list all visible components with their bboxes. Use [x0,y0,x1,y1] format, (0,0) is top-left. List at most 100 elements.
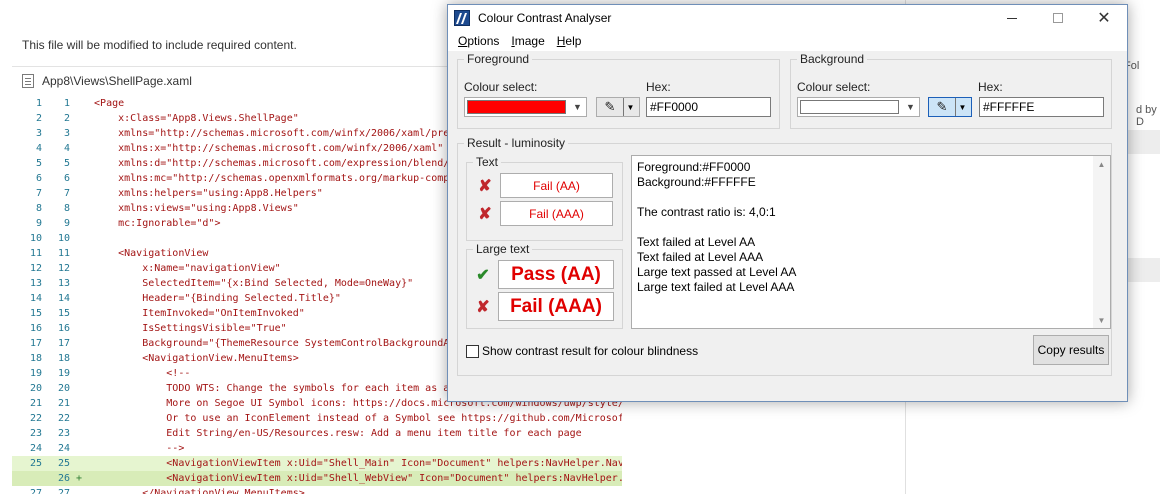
line-number: 10 [57,233,70,244]
minimize-button[interactable] [989,5,1035,31]
line-number: 7 [63,188,70,199]
result-detail-line: Text failed at Level AA [637,235,756,249]
result-details: Foreground:#FF0000 Background:#FFFFFE The … [637,160,1105,295]
result-legend: Result - luminosity [467,136,566,150]
code-text: x:Name="navigationView" [82,263,281,274]
vertical-scrollbar[interactable]: ▲ ▼ [1093,156,1110,328]
close-button[interactable]: ✕ [1081,5,1127,31]
background-swatch [800,100,899,114]
foreground-swatch [467,100,566,114]
foreground-colour-select-label: Colour select: [464,80,538,94]
code-line[interactable]: 27 27 </NavigationView.MenuItems> [12,486,622,494]
background-colour-picker[interactable]: ✎ ▼ [928,97,972,117]
code-line[interactable]: 26 + <NavigationViewItem x:Uid="Shell_We… [12,471,622,486]
side-panel-row[interactable] [1126,130,1160,154]
code-text: Background="{ThemeResource SystemControl… [82,338,462,349]
result-detail-line: Foreground:#FF0000 [637,160,751,174]
code-text: TODO WTS: Change the symbols for each it… [82,383,462,394]
close-icon: ✕ [1097,10,1111,27]
result-detail-line [637,190,1105,205]
code-text: <NavigationViewItem x:Uid="Shell_Main" I… [82,458,622,469]
code-text: Or to use an IconElement instead of a Sy… [82,413,622,424]
menu-bar: Options Image Help [448,31,1127,51]
pass-check-icon: ✔ [476,266,490,284]
line-number: 5 [63,158,70,169]
diff-marker [70,426,82,441]
foreground-colour-picker[interactable]: ✎ ▼ [596,97,640,117]
foreground-hex-input[interactable] [646,97,771,117]
maximize-icon [1053,13,1063,23]
text-result-group: Text [466,155,623,241]
line-number: 15 [29,308,42,319]
result-details-textbox[interactable]: Foreground:#FF0000 Background:#FFFFFE The … [631,155,1111,329]
line-number: 27 [57,488,70,494]
line-number: 23 [29,428,42,439]
line-number: 9 [63,218,70,229]
menu-help[interactable]: Help [551,34,588,48]
line-number: 4 [35,143,42,154]
maximize-button[interactable] [1035,5,1081,31]
result-detail-line [637,220,1105,235]
colour-blindness-checkbox[interactable] [466,344,479,358]
title-bar[interactable]: Colour Contrast Analyser ✕ [448,5,1127,31]
background-colour-dropdown[interactable]: ▼ [797,97,920,117]
line-number: 2 [35,113,42,124]
scroll-up-icon[interactable]: ▲ [1093,156,1110,172]
diff-marker [70,126,82,141]
line-number: 22 [57,413,70,424]
file-header[interactable]: App8\Views\ShellPage.xaml [22,74,192,88]
diff-marker [70,366,82,381]
eyedropper-icon: ✎ [604,99,616,114]
chevron-down-icon: ▼ [573,102,582,112]
result-detail-line: The contrast ratio is: 4,0:1 [637,205,776,219]
minimize-icon [1007,17,1017,19]
colour-blindness-option[interactable]: Show contrast result for colour blindnes… [466,344,698,358]
window-title: Colour Contrast Analyser [478,11,612,25]
large-aa-label: Pass (AA) [498,260,614,289]
code-text: xmlns:d="http://schemas.microsoft.com/ex… [82,158,462,169]
code-line[interactable]: 25 25 <NavigationViewItem x:Uid="Shell_Ma… [12,456,622,471]
background-hex-label: Hex: [978,80,1003,94]
chevron-down-icon: ▼ [906,102,915,112]
line-number: 16 [57,323,70,334]
code-text: <Page [82,98,125,109]
diff-marker [70,411,82,426]
diff-marker [70,261,82,276]
line-number: 3 [63,128,70,139]
background-colour-select-label: Colour select: [797,80,871,94]
code-text: mc:Ignorable="d"> [82,218,221,229]
code-text: xmlns:x="http://schemas.microsoft.com/wi… [82,143,444,154]
diff-marker: + [70,473,83,484]
diff-marker [70,486,82,494]
result-detail-line: Large text failed at Level AAA [637,280,795,294]
code-line[interactable]: 22 22 Or to use an IconElement instead of… [12,411,622,426]
code-text: xmlns="http://schemas.microsoft.com/winf… [82,128,462,139]
diff-marker [70,306,82,321]
diff-marker [70,111,82,126]
code-line[interactable]: 23 23 Edit String/en-US/Resources.resw: A… [12,426,622,441]
line-number: 16 [29,323,42,334]
diff-marker [70,336,82,351]
line-number: 8 [63,203,70,214]
line-number: 26 [57,473,70,484]
side-panel-row[interactable] [1126,258,1160,282]
menu-options[interactable]: Options [452,34,505,48]
scroll-down-icon[interactable]: ▼ [1093,312,1110,328]
line-number: 12 [29,263,42,274]
fail-cross-icon: ✘ [478,177,492,195]
diff-marker [70,171,82,186]
line-number: 17 [57,338,70,349]
code-text: <!-- [82,368,191,379]
copy-results-button[interactable]: Copy results [1033,335,1109,365]
background-hex-input[interactable] [979,97,1104,117]
code-text: Header="{Binding Selected.Title}" [82,293,341,304]
code-line[interactable]: 24 24 --> [12,441,622,456]
line-number: 2 [63,113,70,124]
result-detail-line: Text failed at Level AAA [637,250,764,264]
foreground-colour-dropdown[interactable]: ▼ [464,97,587,117]
line-number: 11 [29,248,42,259]
line-number: 18 [57,353,70,364]
text-result-legend: Text [476,155,499,169]
text-aa-label: Fail (AA) [500,173,613,198]
menu-image[interactable]: Image [505,34,550,48]
